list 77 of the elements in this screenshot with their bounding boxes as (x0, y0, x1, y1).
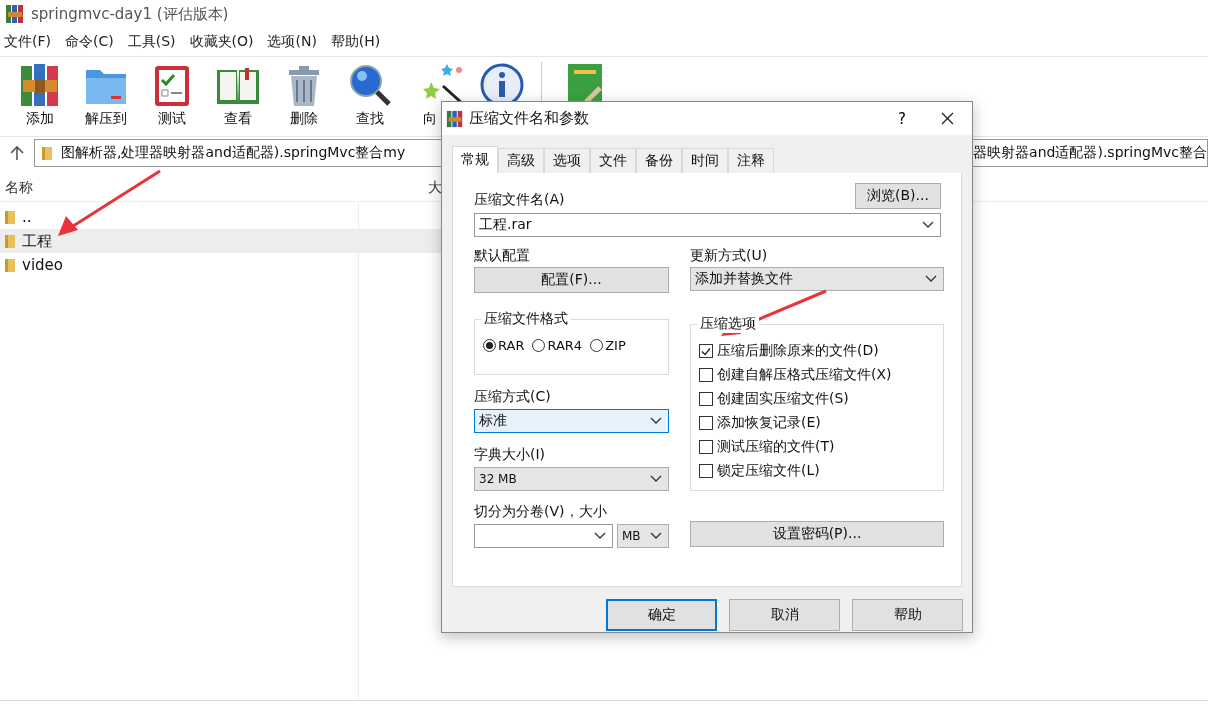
chevron-down-icon (925, 275, 937, 283)
menu-item[interactable]: 工具(S) (127, 33, 176, 51)
chevron-down-icon (922, 221, 934, 229)
field-label: 压缩方式(C) (474, 388, 552, 406)
checkbox[interactable] (699, 392, 713, 406)
dictionary-select[interactable]: 32 MB (474, 467, 669, 491)
window-title: springmvc-day1 (评估版本) (31, 4, 229, 24)
field-label: 压缩文件名(A) (474, 191, 565, 209)
column-header[interactable]: 名称 (0, 179, 423, 197)
dialog-button[interactable]: 取消 (729, 599, 840, 631)
unit-select[interactable]: MB (617, 524, 669, 548)
close-icon (940, 112, 954, 125)
chevron-down-icon (594, 532, 606, 540)
checkbox[interactable] (699, 368, 713, 382)
browse-button[interactable]: 浏览(B)... (855, 183, 941, 209)
toolbar-button[interactable]: 解压到 (73, 60, 139, 130)
menu-item[interactable]: 文件(F) (4, 33, 51, 51)
folder-icon (4, 233, 18, 249)
radio-option[interactable]: RAR (483, 338, 525, 353)
field-label: 字典大小(I) (474, 446, 547, 464)
checkbox-option[interactable]: 锁定压缩文件(L) (699, 461, 935, 481)
tab[interactable]: 时间 (682, 148, 728, 173)
group-title: 压缩文件格式 (481, 310, 571, 328)
books-logo-icon (5, 4, 25, 24)
field-label: 更新方式(U) (690, 247, 769, 265)
profiles-button[interactable]: 配置(F)... (474, 267, 669, 293)
folder-icon (4, 209, 18, 225)
checkbox-option[interactable]: 添加恢复记录(E) (699, 413, 935, 433)
dialog-title: 压缩文件名和参数 (469, 109, 589, 128)
tab[interactable]: 文件 (590, 148, 636, 173)
field-label: 默认配置 (474, 247, 531, 265)
method-select[interactable]: 标准 (474, 409, 669, 433)
checkbox-option[interactable]: 压缩后删除原来的文件(D) (699, 341, 935, 361)
dialog-button[interactable]: 确定 (606, 599, 717, 631)
toolbar-button[interactable]: 向 (403, 60, 469, 130)
up-arrow-icon[interactable] (10, 145, 24, 161)
dialog-button[interactable]: 帮助 (852, 599, 963, 631)
tab[interactable]: 备份 (636, 148, 682, 173)
checkbox-option[interactable]: 创建自解压格式压缩文件(X) (699, 365, 935, 385)
books-logo-icon (446, 109, 464, 128)
checkbox-option[interactable]: 测试压缩的文件(T) (699, 437, 935, 457)
file-row[interactable]: .. (0, 205, 444, 229)
menu-item[interactable]: 帮助(H) (330, 33, 381, 51)
toolbar-button[interactable]: 删除 (271, 60, 337, 130)
magnifier-icon (347, 62, 393, 108)
tab[interactable]: 常规 (452, 146, 498, 173)
chevron-down-icon (650, 417, 662, 425)
checkbox[interactable] (699, 344, 713, 358)
archive-name-field[interactable]: 工程.rar (474, 213, 941, 237)
group-title: 压缩选项 (697, 315, 759, 333)
help-button[interactable]: ? (887, 108, 917, 129)
checkbox-option[interactable]: 创建固实压缩文件(S) (699, 389, 935, 409)
file-row[interactable]: video (0, 253, 444, 277)
toolbar-button[interactable]: 测试 (139, 60, 205, 130)
update-mode-select[interactable]: 添加并替换文件 (690, 267, 944, 291)
chevron-down-icon (650, 532, 662, 540)
checkbox[interactable] (699, 416, 713, 430)
toolbar-button[interactable]: 查看 (205, 60, 271, 130)
radio-option[interactable]: ZIP (590, 338, 626, 353)
field-label: 切分为分卷(V)，大小 (474, 503, 608, 521)
menu-item[interactable]: 收藏夹(O) (189, 33, 254, 51)
checkbox[interactable] (699, 440, 713, 454)
password-button[interactable]: 设置密码(P)... (690, 521, 944, 547)
tab[interactable]: 注释 (728, 148, 774, 173)
checkbox[interactable] (699, 464, 713, 478)
tab[interactable]: 选项 (544, 148, 590, 173)
file-row[interactable]: 工程 (0, 229, 444, 253)
radio-option[interactable]: RAR4 (532, 338, 583, 353)
toolbar-button[interactable]: 添加 (7, 60, 73, 130)
volume-size-field[interactable] (474, 524, 613, 548)
folder-icon (4, 257, 18, 273)
menu-item[interactable]: 选项(N) (267, 33, 317, 51)
toolbar-button[interactable]: 查找 (337, 60, 403, 130)
chevron-down-icon (650, 475, 662, 483)
menu-item[interactable]: 命令(C) (65, 33, 114, 51)
folder-icon (41, 145, 55, 161)
tab[interactable]: 高级 (498, 148, 544, 173)
